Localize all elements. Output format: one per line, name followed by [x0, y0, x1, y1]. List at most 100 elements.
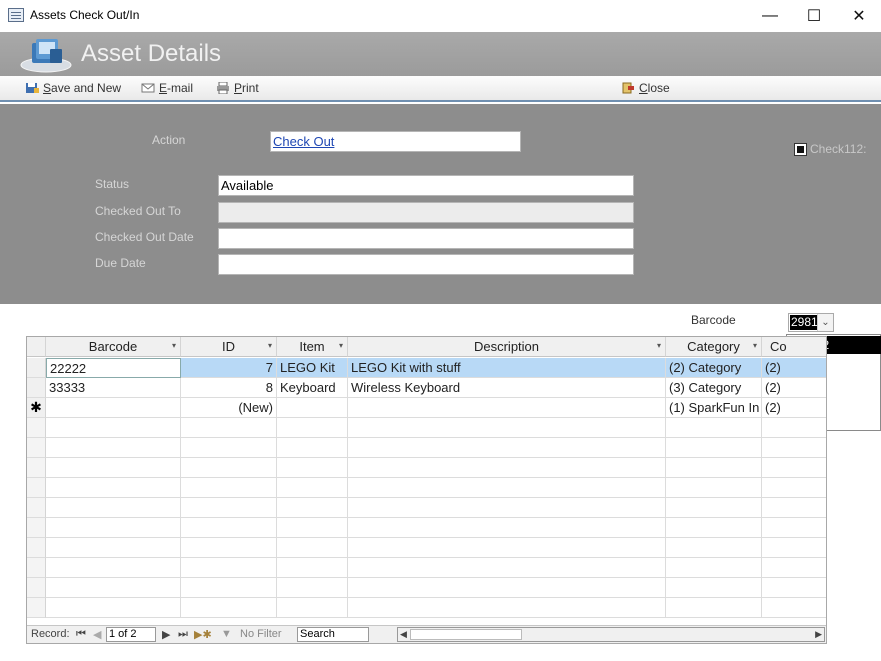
horizontal-scrollbar[interactable]: ◀ ▶ [397, 627, 825, 642]
column-header-label: ID [222, 339, 235, 354]
table-cell-category[interactable]: (3) Category [666, 378, 762, 398]
table-cell-barcode[interactable]: 22222 [46, 358, 181, 378]
sort-arrow-icon[interactable]: ▾ [172, 341, 176, 350]
row-selector[interactable] [27, 358, 46, 378]
save-new-accel: S [43, 81, 52, 95]
empty-grid-cell [666, 478, 762, 498]
filter-icon[interactable]: ▼ [221, 628, 232, 640]
close-label: lose [647, 81, 670, 95]
column-header-co[interactable]: Co [762, 337, 826, 357]
empty-grid-cell [762, 458, 826, 478]
empty-grid-cell [348, 558, 666, 578]
table-cell-description[interactable]: LEGO Kit with stuff [348, 358, 666, 378]
first-record-icon[interactable]: ⏮ [76, 628, 86, 641]
table-cell-id[interactable]: 7 [181, 358, 277, 378]
checked-out-date-field[interactable] [218, 228, 634, 249]
save-new-label: ave and New [51, 81, 122, 95]
checked-out-to-field[interactable] [218, 202, 634, 223]
column-header-item[interactable]: Item ▾ [277, 337, 348, 357]
table-cell-id[interactable]: 8 [181, 378, 277, 398]
empty-grid-cell [666, 598, 762, 618]
table-cell-category[interactable]: (2) Category [666, 358, 762, 378]
new-record-marker[interactable]: ✱ [27, 398, 46, 418]
close-door-icon [622, 82, 634, 94]
table-cell-barcode[interactable] [46, 398, 181, 418]
empty-grid-cell [46, 598, 181, 618]
save-and-new-button[interactable]: Save and New [25, 81, 121, 95]
scroll-right-icon[interactable]: ▶ [815, 628, 822, 641]
empty-grid-cell [666, 578, 762, 598]
table-cell-co[interactable]: (2) [762, 358, 826, 378]
empty-grid-cell [762, 518, 826, 538]
record-label: Record: [31, 628, 70, 640]
search-input[interactable]: Search [297, 627, 369, 642]
maximize-button[interactable]: ☐ [791, 0, 837, 32]
sort-arrow-icon[interactable]: ▾ [753, 341, 757, 350]
empty-grid-cell [348, 538, 666, 558]
column-header-id[interactable]: ID ▾ [181, 337, 277, 357]
check112-checkbox[interactable] [794, 143, 807, 156]
empty-grid-cell [666, 418, 762, 438]
checkbox-fill [797, 146, 804, 153]
column-header-label: Co [770, 339, 787, 354]
barcode-combo[interactable]: 2981 ⌄ [788, 313, 834, 332]
column-header-category[interactable]: Category ▾ [666, 337, 762, 357]
email-label: -mail [167, 81, 194, 95]
empty-grid-cell [762, 578, 826, 598]
table-cell-id[interactable]: (New) [181, 398, 277, 418]
table-cell-co[interactable]: (2) [762, 378, 826, 398]
column-header-description[interactable]: Description ▾ [348, 337, 666, 357]
empty-grid-cell [348, 598, 666, 618]
barcode-combo-value[interactable]: 2981 [790, 315, 819, 330]
close-window-button[interactable]: ✕ [836, 0, 881, 32]
column-header-label: Barcode [88, 339, 138, 354]
previous-record-icon[interactable]: ◀ [93, 628, 101, 641]
empty-grid-cell [181, 458, 277, 478]
empty-grid-cell [181, 518, 277, 538]
table-cell-item[interactable]: Keyboard [277, 378, 348, 398]
select-all-corner[interactable] [27, 337, 46, 357]
empty-grid-cell [181, 578, 277, 598]
checked-out-date-label: Checked Out Date [95, 230, 194, 244]
status-field[interactable]: Available [218, 175, 634, 196]
empty-grid-cell [46, 498, 181, 518]
next-record-icon[interactable]: ▶ [162, 628, 170, 641]
sort-arrow-icon[interactable]: ▾ [339, 341, 343, 350]
table-cell-barcode[interactable]: 33333 [46, 378, 181, 398]
scroll-left-icon[interactable]: ◀ [400, 628, 407, 641]
check112-label: Check112: [810, 142, 867, 156]
table-cell-description[interactable]: Wireless Keyboard [348, 378, 666, 398]
empty-grid-cell [348, 418, 666, 438]
empty-grid-cell [277, 578, 348, 598]
asset-datasheet: Barcode ▾ ID ▾ Item ▾ Description ▾ Category… [26, 336, 827, 644]
empty-grid-cell [277, 458, 348, 478]
no-filter-label[interactable]: No Filter [240, 628, 282, 640]
print-accel: P [234, 81, 243, 95]
due-date-field[interactable] [218, 254, 634, 275]
table-cell-item[interactable] [277, 398, 348, 418]
sort-arrow-icon[interactable]: ▾ [268, 341, 272, 350]
table-cell-item[interactable]: LEGO Kit [277, 358, 348, 378]
table-cell-description[interactable] [348, 398, 666, 418]
scrollbar-thumb[interactable] [410, 629, 522, 640]
chevron-down-icon[interactable]: ⌄ [817, 314, 833, 331]
email-button[interactable]: E-mail [141, 81, 193, 95]
empty-grid-cell [348, 498, 666, 518]
table-cell-category[interactable]: (1) SparkFun In [666, 398, 762, 418]
current-record-field[interactable]: 1 of 2 [106, 627, 156, 642]
empty-grid-cell [277, 518, 348, 538]
close-form-button[interactable]: Close [621, 81, 670, 95]
action-link[interactable]: Check Out [273, 134, 334, 149]
record-navigation-bar: Record: ⏮ ◀ 1 of 2 ▶ ⏭ ▶✱ ▼ No Filter Se… [27, 625, 826, 643]
new-record-icon[interactable]: ▶✱ [194, 628, 212, 641]
print-button[interactable]: Print [216, 81, 259, 95]
action-field[interactable]: Check Out [270, 131, 521, 152]
sort-arrow-icon[interactable]: ▾ [657, 341, 661, 350]
empty-grid-cell [666, 558, 762, 578]
column-header-barcode[interactable]: Barcode ▾ [46, 337, 181, 357]
table-cell-co[interactable]: (2) [762, 398, 826, 418]
minimize-button[interactable]: — [747, 0, 793, 32]
last-record-icon[interactable]: ⏭ [178, 628, 188, 641]
row-selector[interactable] [27, 378, 46, 398]
empty-grid-cell [27, 558, 46, 578]
